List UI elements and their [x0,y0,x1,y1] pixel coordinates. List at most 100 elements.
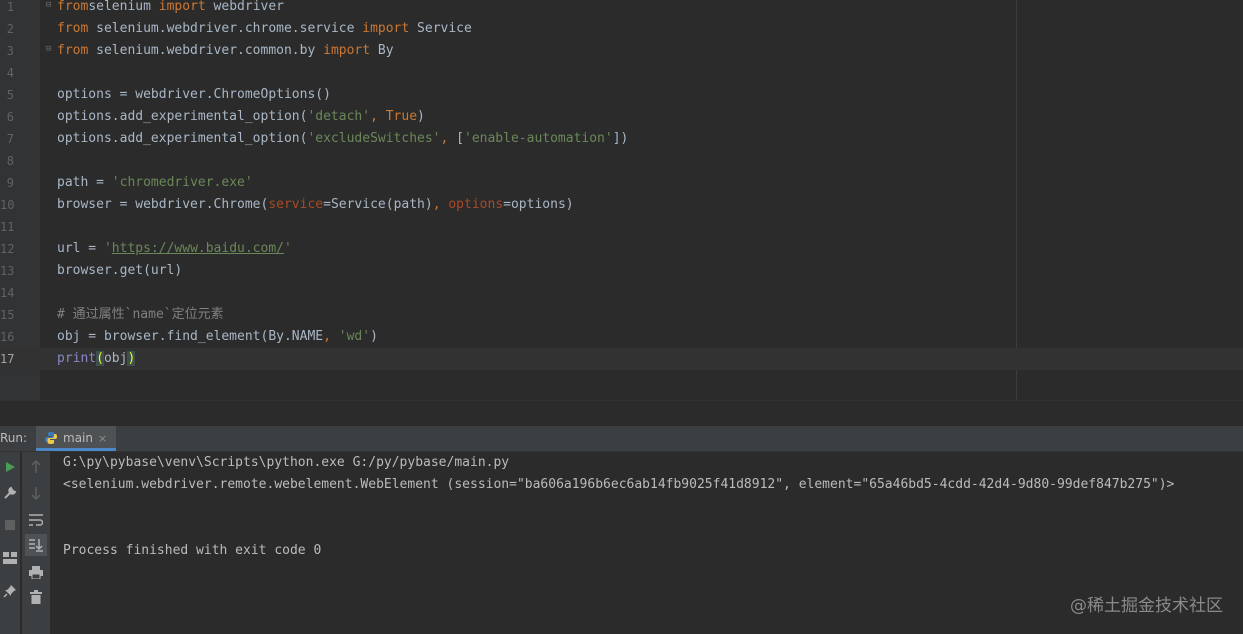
line-number: 13 [0,264,15,278]
print-icon[interactable] [27,563,45,581]
code-token: =options) [503,197,574,212]
code-line[interactable]: 1 ⊟ fromselenium import webdriver [0,0,1243,18]
console-line: <selenium.webdriver.remote.webelement.We… [63,477,1175,492]
code-text: options.add_experimental_option('exclude… [57,128,628,150]
code-token: ) [127,351,136,366]
code-token: print [57,351,97,366]
code-token: ( [96,351,104,366]
pin-icon[interactable] [1,582,19,600]
code-line[interactable]: 13 browser.get(url) [0,260,1243,282]
code-token: , [370,109,386,124]
code-text: browser.get(url) [57,260,182,282]
code-line[interactable]: 10 browser = webdriver.Chrome(service=Ser… [0,194,1243,216]
fold-marker-icon[interactable]: ⊟ [46,1,53,10]
run-icon[interactable] [1,458,19,476]
code-token: , [440,131,457,146]
layout-icon[interactable] [1,549,19,567]
code-token: import [362,21,410,36]
close-icon[interactable]: × [98,432,107,445]
code-line[interactable]: 11 [0,216,1243,238]
code-token: selenium.webdriver.chrome.service [88,21,363,36]
line-number: 2 [6,22,14,36]
code-token: from [57,21,89,36]
code-token: 'enable-automation' [464,131,613,146]
code-text: options = webdriver.ChromeOptions() [57,84,331,106]
line-number: 9 [6,176,14,190]
code-line[interactable]: 16 obj = browser.find_element(By.NAME, 'w… [0,326,1243,348]
code-token: By [370,43,394,58]
line-number: 10 [0,198,15,212]
line-number: 17 [0,352,15,366]
run-panel-header: Run: main × [0,426,1243,452]
line-number: 1 [6,0,14,14]
code-token: from [57,43,89,58]
code-token: ]) [612,131,629,146]
code-line[interactable]: 5 options = webdriver.ChromeOptions() [0,84,1243,106]
code-text: obj = browser.find_element(By.NAME, 'wd'… [57,326,378,348]
console-line: Process finished with exit code 0 [63,543,322,558]
code-token: ' [283,241,292,256]
code-line[interactable]: 12 url = 'https://www.baidu.com/' [0,238,1243,260]
code-token: Service [409,21,472,36]
console-line: G:\py\pybase\venv\Scripts\python.exe G:/… [63,455,510,470]
run-tab-main[interactable]: main × [36,426,116,451]
code-text: # 通过属性`name`定位元素 [57,304,224,326]
soft-wrap-icon[interactable] [27,511,45,529]
code-token: import [323,43,371,58]
code-text: from selenium.webdriver.chrome.service i… [57,18,472,40]
code-editor[interactable]: 1 ⊟ fromselenium import webdriver 2 from sel… [0,0,1243,400]
line-number: 12 [0,242,15,256]
code-line[interactable]: 4 [0,62,1243,84]
code-text: path = 'chromedriver.exe' [57,172,253,194]
code-token: =Service(path) [323,197,433,212]
code-token: options = webdriver.ChromeOptions() [57,87,331,102]
code-token: [ [456,131,464,146]
code-line[interactable]: 7 options.add_experimental_option('exclud… [0,128,1243,150]
line-number: 11 [0,220,15,234]
code-token: browser.get(url) [57,263,183,278]
up-arrow-icon[interactable] [27,458,45,476]
code-token: True [385,109,418,124]
trash-icon[interactable] [27,588,45,606]
line-number: 7 [6,132,14,146]
stop-icon[interactable] [1,516,19,534]
run-toolbar-right [22,452,50,634]
run-label: Run: [0,431,28,445]
python-icon [45,432,57,444]
code-token: from [57,0,89,14]
code-token: options [448,197,504,212]
code-token: options.add_experimental_option( [57,131,308,146]
fold-marker-icon[interactable]: ⊟ [46,45,53,54]
line-number: 8 [6,154,14,168]
code-line[interactable]: 15 # 通过属性`name`定位元素 [0,304,1243,326]
code-token: selenium [88,0,159,14]
code-line[interactable]: 8 [0,150,1243,172]
line-number: 14 [0,286,15,300]
code-line[interactable]: 17 print(obj) [0,348,1243,370]
code-token: # 通过属性`name`定位元素 [57,307,224,322]
code-text: url = 'https://www.baidu.com/' [57,238,292,260]
code-line[interactable]: 9 path = 'chromedriver.exe' [0,172,1243,194]
code-line[interactable]: 14 [0,282,1243,304]
down-arrow-icon[interactable] [27,484,45,502]
line-number: 6 [6,110,14,124]
code-line[interactable]: 6 options.add_experimental_option('detach… [0,106,1243,128]
code-token: browser = webdriver.Chrome( [57,197,269,212]
code-line[interactable]: 3 ⊟ from selenium.webdriver.common.by impo… [0,40,1243,62]
code-token: 'detach' [307,109,371,124]
code-token: ) [370,329,378,344]
run-tab-label: main [63,431,93,445]
code-text: fromselenium import webdriver [57,0,284,18]
code-text: options.add_experimental_option('detach'… [57,106,425,128]
code-token: , [323,329,339,344]
code-token: 'wd' [338,329,371,344]
console-output[interactable]: G:\py\pybase\venv\Scripts\python.exe G:/… [51,452,1243,634]
code-line[interactable]: 2 from selenium.webdriver.chrome.service … [0,18,1243,40]
scroll-to-end-icon[interactable] [25,534,47,556]
line-number: 16 [0,330,15,344]
line-number: 15 [0,308,15,322]
code-text: browser = webdriver.Chrome(service=Servi… [57,194,574,216]
code-token: url = [57,241,104,256]
code-token: service [268,197,324,212]
wrench-icon[interactable] [1,484,19,502]
